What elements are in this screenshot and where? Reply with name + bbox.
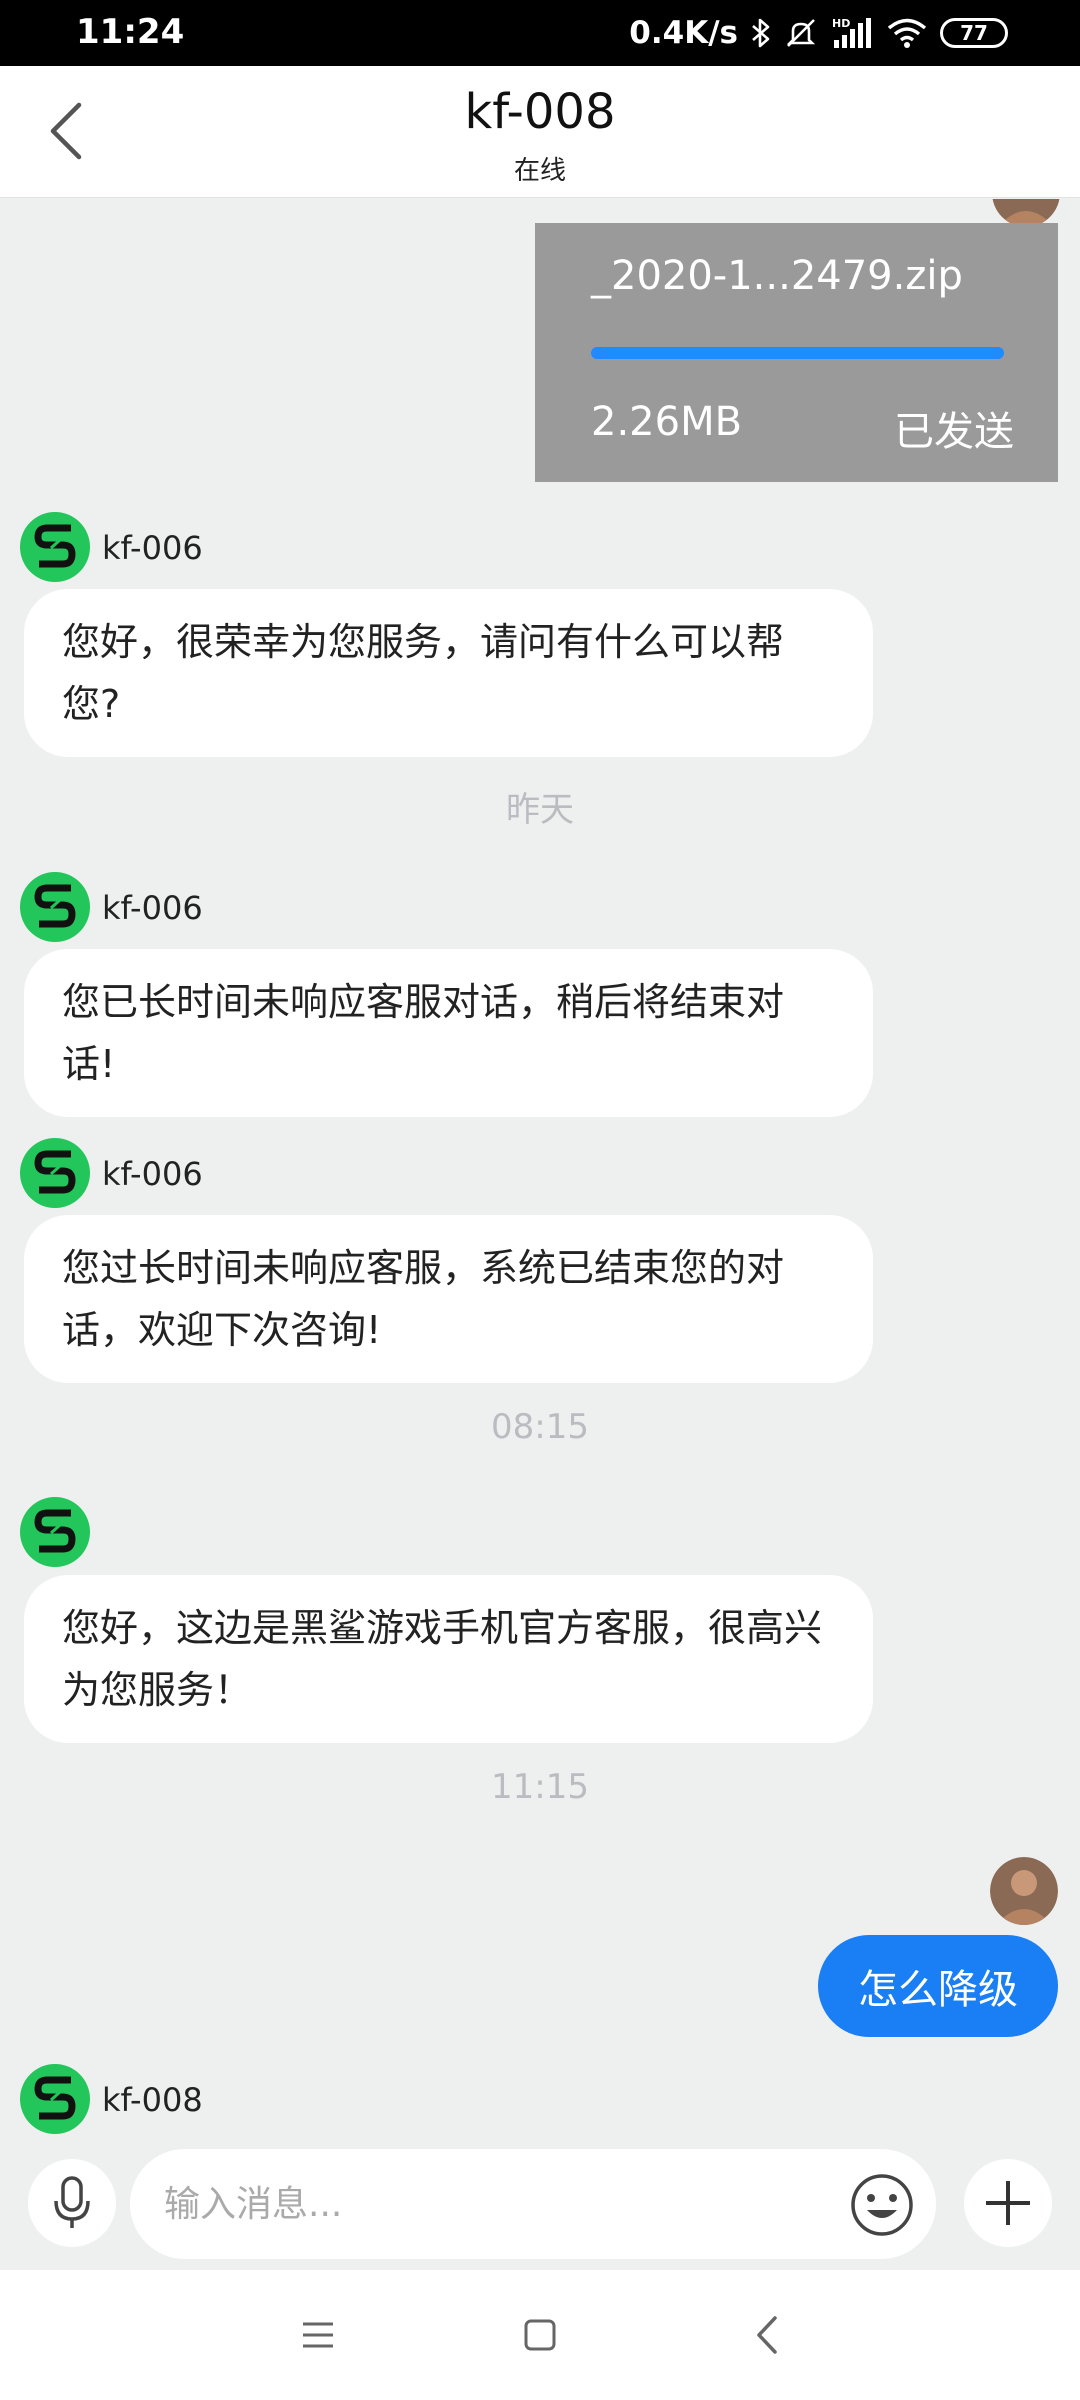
timestamp-divider: 昨天: [506, 790, 574, 830]
chat-message-list[interactable]: _2020-1...2479.zip 2.26MB 已发送 kf-006 您好，…: [0, 199, 1080, 2149]
signal-icon: HD: [830, 16, 874, 50]
black-shark-logo-icon: [34, 1150, 76, 1194]
outgoing-message[interactable]: 怎么降级: [818, 1935, 1058, 2037]
nav-menu-button[interactable]: [283, 2300, 353, 2370]
status-time: 11:24: [76, 12, 185, 52]
nav-back-button[interactable]: [732, 2300, 802, 2370]
black-shark-logo-icon: [34, 884, 76, 928]
menu-icon: [303, 2322, 333, 2348]
status-icons: 0.4K/s HD 77: [629, 12, 1008, 54]
file-status: 已发送: [894, 409, 1014, 455]
battery-level: 77: [960, 21, 988, 45]
agent-name: kf-006: [102, 889, 203, 927]
voice-button[interactable]: [28, 2159, 116, 2247]
back-triangle-icon: [757, 2316, 777, 2354]
file-message[interactable]: _2020-1...2479.zip 2.26MB 已发送: [535, 223, 1058, 482]
message-input[interactable]: [130, 2149, 936, 2259]
emoji-button[interactable]: [848, 2171, 916, 2239]
timestamp-divider: 11:15: [491, 1767, 589, 1807]
incoming-message[interactable]: 您已长时间未响应客服对话，稍后将结束对话!: [24, 949, 873, 1117]
agent-name: kf-008: [102, 2081, 203, 2119]
agent-avatar[interactable]: [20, 512, 90, 582]
bluetooth-icon: [750, 17, 772, 49]
emoji-icon: [851, 2174, 913, 2236]
incoming-message[interactable]: 您好，这边是黑鲨游戏手机官方客服，很高兴为您服务！: [24, 1575, 873, 1743]
agent-avatar[interactable]: [20, 1138, 90, 1208]
incoming-message[interactable]: 您好，很荣幸为您服务，请问有什么可以帮您?: [24, 589, 873, 757]
message-input-bar: [0, 2149, 1080, 2269]
agent-name: kf-006: [102, 529, 203, 567]
chat-title: kf-008: [464, 84, 616, 140]
home-square-icon: [524, 2319, 556, 2351]
svg-text:HD: HD: [832, 17, 850, 30]
system-navigation-bar: [0, 2270, 1080, 2400]
black-shark-logo-icon: [34, 2076, 76, 2120]
microphone-icon: [54, 2176, 90, 2228]
agent-name: kf-006: [102, 1155, 203, 1193]
agent-avatar[interactable]: [20, 1497, 90, 1567]
status-bar: 11:24 0.4K/s HD 77: [0, 0, 1080, 66]
timestamp-divider: 08:15: [491, 1407, 589, 1447]
plus-icon: [986, 2181, 1030, 2225]
chat-header: kf-008 在线: [0, 66, 1080, 198]
user-avatar[interactable]: [990, 1857, 1058, 1925]
battery-icon: 77: [940, 18, 1008, 48]
network-speed: 0.4K/s: [629, 15, 738, 51]
nav-home-button[interactable]: [505, 2300, 575, 2370]
more-options-button[interactable]: [964, 2159, 1052, 2247]
incoming-message[interactable]: 您过长时间未响应客服，系统已结束您的对话，欢迎下次咨询!: [24, 1215, 873, 1383]
file-size: 2.26MB: [591, 399, 743, 445]
online-status: 在线: [513, 156, 566, 186]
wifi-icon: [886, 17, 928, 49]
mute-icon: [784, 16, 818, 50]
file-name: _2020-1...2479.zip: [591, 253, 963, 299]
agent-avatar[interactable]: [20, 872, 90, 942]
file-progress-bar: [591, 347, 1004, 359]
black-shark-logo-icon: [34, 524, 76, 568]
black-shark-logo-icon: [34, 1509, 76, 1553]
agent-avatar[interactable]: [20, 2064, 90, 2134]
